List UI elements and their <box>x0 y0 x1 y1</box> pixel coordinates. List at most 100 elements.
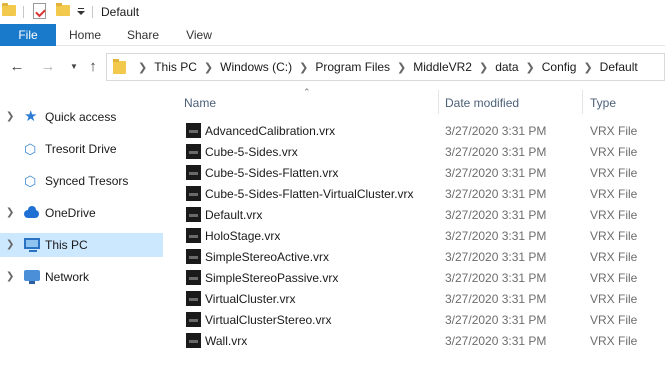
vrx-file-icon <box>186 333 201 348</box>
file-name: SimpleStereoPassive.vrx <box>205 271 339 285</box>
chevron-right-icon[interactable]: ❯ <box>6 207 14 218</box>
breadcrumb-item[interactable]: Default <box>600 60 638 74</box>
vrx-file-icon <box>186 249 201 264</box>
file-date: 3/27/2020 3:31 PM <box>445 208 547 222</box>
title-bar: Default <box>0 0 665 24</box>
vrx-file-icon <box>186 165 201 180</box>
toolbar-separator <box>92 6 93 18</box>
file-type: VRX File <box>590 271 638 285</box>
network-icon <box>24 270 40 284</box>
sidebar-item-synced-tresors[interactable]: ⬡ Synced Tresors <box>0 169 163 193</box>
column-header-date-modified[interactable]: Date modified <box>445 94 519 112</box>
chevron-right-icon[interactable]: ❯ <box>6 111 14 122</box>
file-row[interactable]: Cube-5-Sides-Flatten.vrx 3/27/2020 3:31 … <box>168 162 665 183</box>
column-header-type[interactable]: Type <box>590 94 616 112</box>
folder-icon <box>113 59 126 74</box>
sidebar-item-tresorit-drive[interactable]: ⬡ Tresorit Drive <box>0 137 163 161</box>
sidebar-item-label: OneDrive <box>45 206 96 220</box>
file-name: VirtualCluster.vrx <box>205 292 296 306</box>
sort-ascending-icon: ⌃ <box>303 87 311 97</box>
file-name: Cube-5-Sides.vrx <box>205 145 298 159</box>
file-date: 3/27/2020 3:31 PM <box>445 124 547 138</box>
vrx-file-icon <box>186 270 201 285</box>
file-type: VRX File <box>590 208 638 222</box>
forward-arrow-icon[interactable]: → <box>40 59 56 75</box>
breadcrumb-item[interactable]: data <box>495 60 518 74</box>
address-bar[interactable]: ❯ This PC ❯ Windows (C:) ❯ Program Files… <box>106 53 665 81</box>
vrx-file-icon <box>186 291 201 306</box>
file-type: VRX File <box>590 124 638 138</box>
up-arrow-icon[interactable]: ↑ <box>85 59 101 75</box>
file-type: VRX File <box>590 334 638 348</box>
file-name: Wall.vrx <box>205 334 248 348</box>
file-type: VRX File <box>590 145 638 159</box>
folder-icon[interactable] <box>2 3 16 16</box>
file-date: 3/27/2020 3:31 PM <box>445 187 547 201</box>
tab-view[interactable]: View <box>172 24 226 46</box>
file-row[interactable]: SimpleStereoPassive.vrx 3/27/2020 3:31 P… <box>168 267 665 288</box>
sidebar-item-label: Synced Tresors <box>45 174 129 188</box>
file-type: VRX File <box>590 313 638 327</box>
tresorit-icon: ⬡ <box>24 141 37 157</box>
tresorit-icon: ⬡ <box>24 173 37 189</box>
properties-icon[interactable] <box>33 3 46 19</box>
file-row[interactable]: VirtualClusterStereo.vrx 3/27/2020 3:31 … <box>168 309 665 330</box>
chevron-right-icon[interactable]: ❯ <box>6 271 14 282</box>
file-row[interactable]: HoloStage.vrx 3/27/2020 3:31 PM VRX File <box>168 225 665 246</box>
file-date: 3/27/2020 3:31 PM <box>445 145 547 159</box>
file-row[interactable]: Cube-5-Sides-Flatten-VirtualCluster.vrx … <box>168 183 665 204</box>
computer-icon <box>24 238 40 252</box>
breadcrumb-item[interactable]: Windows (C:) <box>220 60 292 74</box>
sidebar-item-network[interactable]: ❯ Network <box>0 265 163 289</box>
vrx-file-icon <box>186 207 201 222</box>
column-divider[interactable] <box>438 90 439 114</box>
back-arrow-icon[interactable]: ← <box>9 59 25 75</box>
chevron-right-icon[interactable]: ❯ <box>204 61 213 74</box>
chevron-right-icon[interactable]: ❯ <box>479 61 488 74</box>
breadcrumb-item[interactable]: This PC <box>154 60 197 74</box>
chevron-right-icon[interactable]: ❯ <box>397 61 406 74</box>
tab-file[interactable]: File <box>0 24 56 46</box>
file-name: AdvancedCalibration.vrx <box>205 124 336 138</box>
vrx-file-icon <box>186 312 201 327</box>
file-type: VRX File <box>590 292 638 306</box>
chevron-right-icon[interactable]: ❯ <box>583 61 592 74</box>
sidebar-item-quick-access[interactable]: ❯ ★ Quick access <box>0 105 163 129</box>
file-type: VRX File <box>590 229 638 243</box>
new-folder-icon[interactable] <box>56 3 70 16</box>
file-date: 3/27/2020 3:31 PM <box>445 334 547 348</box>
sidebar-item-this-pc[interactable]: ❯ This PC <box>0 233 163 257</box>
sidebar-item-onedrive[interactable]: ❯ OneDrive <box>0 201 163 225</box>
sidebar-item-label: Tresorit Drive <box>45 142 117 156</box>
column-header-name[interactable]: Name <box>184 94 216 112</box>
file-row[interactable]: AdvancedCalibration.vrx 3/27/2020 3:31 P… <box>168 120 665 141</box>
recent-locations-icon[interactable]: ▼ <box>66 59 82 75</box>
file-name: HoloStage.vrx <box>205 229 281 243</box>
breadcrumb-item[interactable]: MiddleVR2 <box>413 60 472 74</box>
file-type: VRX File <box>590 250 638 264</box>
file-date: 3/27/2020 3:31 PM <box>445 229 547 243</box>
chevron-right-icon[interactable]: ❯ <box>526 61 535 74</box>
column-divider[interactable] <box>582 90 583 114</box>
star-icon: ★ <box>24 108 38 125</box>
sidebar-item-label: Network <box>45 270 90 284</box>
file-row[interactable]: VirtualCluster.vrx 3/27/2020 3:31 PM VRX… <box>168 288 665 309</box>
navigation-bar: ← → ▼ ↑ ❯ This PC ❯ Windows (C:) ❯ Progr… <box>0 47 665 87</box>
file-date: 3/27/2020 3:31 PM <box>445 166 547 180</box>
breadcrumb-item[interactable]: Config <box>542 60 577 74</box>
customize-toolbar-icon[interactable] <box>76 4 86 18</box>
breadcrumb-item[interactable]: Program Files <box>315 60 390 74</box>
tab-share[interactable]: Share <box>116 24 170 46</box>
tab-home[interactable]: Home <box>58 24 112 46</box>
file-type: VRX File <box>590 187 638 201</box>
file-row[interactable]: Default.vrx 3/27/2020 3:31 PM VRX File <box>168 204 665 225</box>
cloud-icon <box>24 206 39 218</box>
file-name: Cube-5-Sides-Flatten.vrx <box>205 166 339 180</box>
chevron-right-icon[interactable]: ❯ <box>299 61 308 74</box>
file-row[interactable]: Cube-5-Sides.vrx 3/27/2020 3:31 PM VRX F… <box>168 141 665 162</box>
file-row[interactable]: Wall.vrx 3/27/2020 3:31 PM VRX File <box>168 330 665 351</box>
chevron-right-icon[interactable]: ❯ <box>6 239 14 250</box>
file-row[interactable]: SimpleStereoActive.vrx 3/27/2020 3:31 PM… <box>168 246 665 267</box>
chevron-right-icon[interactable]: ❯ <box>138 61 147 74</box>
file-type: VRX File <box>590 166 638 180</box>
